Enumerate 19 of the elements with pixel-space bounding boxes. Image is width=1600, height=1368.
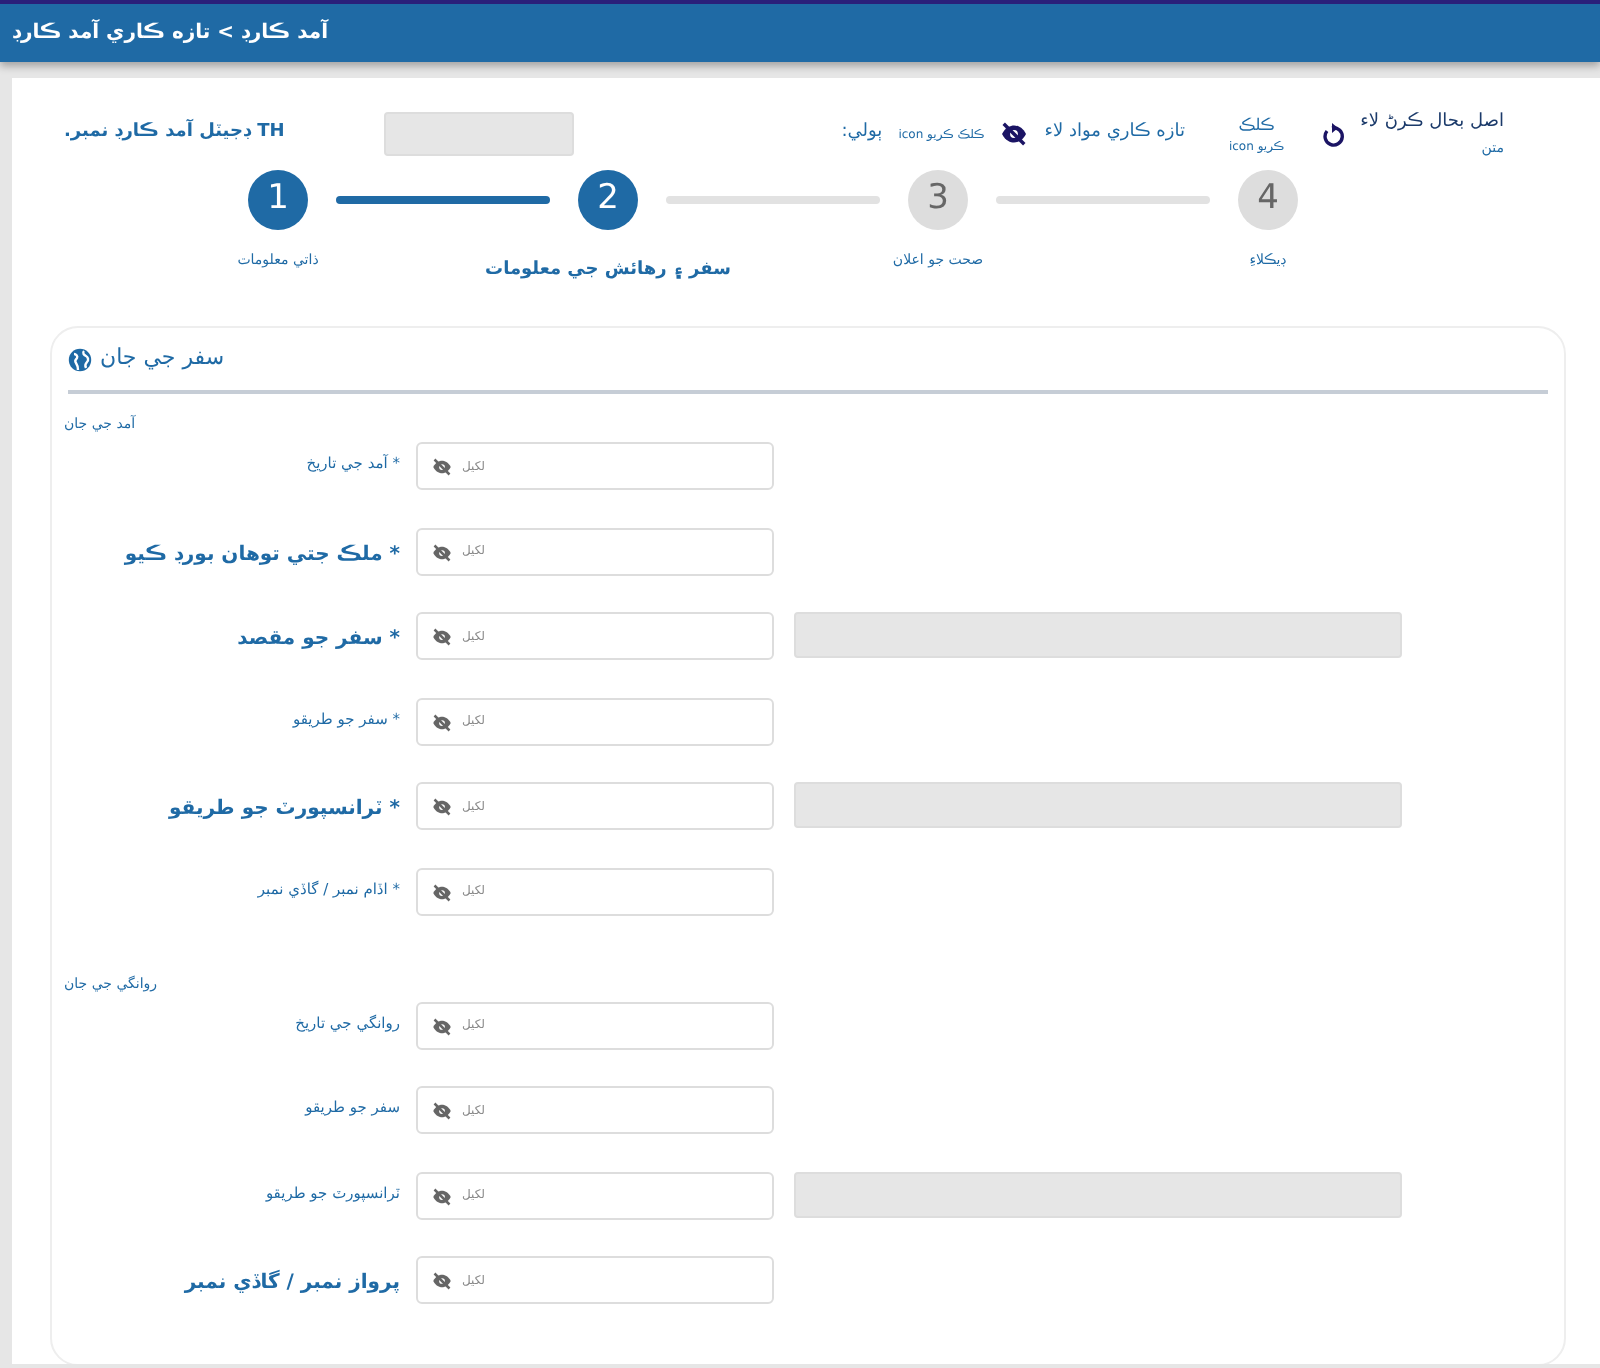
field-label: پرواز نمبر / گاڏي نمبر xyxy=(184,1272,400,1295)
step-circle[interactable]: 4 xyxy=(1238,170,1298,230)
reset-label: اصل بحال ڪرڻ لاء xyxy=(1360,110,1504,136)
step-label: سفر ۽ رهائش جي معلومات xyxy=(485,258,731,284)
card-title: سفر جي جان xyxy=(100,342,225,375)
language-label: ٻولي: xyxy=(841,120,883,147)
step-circle[interactable]: 1 xyxy=(248,170,308,230)
step-circle[interactable]: 3 xyxy=(908,170,968,230)
step-circle[interactable]: 2 xyxy=(578,170,638,230)
reset-hint: ڪلڪ xyxy=(1238,113,1275,137)
undo-icon[interactable] xyxy=(1320,121,1345,147)
card-number-label: TH ڊجيٽل آمد ڪارڊ نمبر. xyxy=(64,120,285,147)
refresh-label: تازه ڪاري مواد لاء xyxy=(1044,120,1185,147)
breadcrumb: آمد ڪارڊ > تازه ڪاري آمد ڪارڊ xyxy=(12,18,329,48)
field-label: * سفر جو مقصد xyxy=(237,628,400,651)
field-label: * ملڪ جتي توهان بورڊ ڪيو xyxy=(124,543,400,566)
globe-icon xyxy=(68,347,92,371)
field-label: * ٽرانسپورٽ جو طريقو xyxy=(168,798,400,821)
eye-slash-icon[interactable] xyxy=(1000,122,1029,146)
